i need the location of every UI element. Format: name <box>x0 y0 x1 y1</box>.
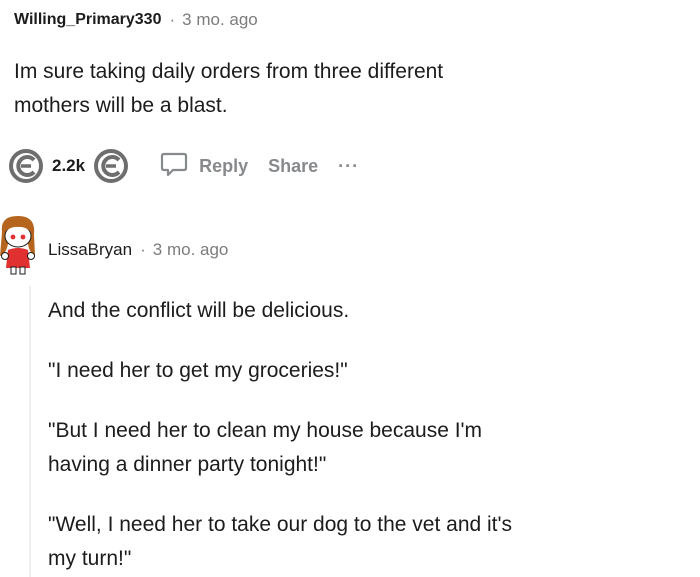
comment: Willing_Primary330 · 3 mo. ago Im sure t… <box>14 8 694 123</box>
reply-paragraph-line: having a dinner party tonight!" <box>48 453 327 476</box>
meta-separator: · <box>140 240 146 259</box>
comment-body-line: Im sure taking daily orders from three d… <box>14 60 444 83</box>
downvote-icon[interactable] <box>93 148 129 184</box>
reply-label: Reply <box>199 155 249 176</box>
comment-timestamp[interactable]: 3 mo. ago <box>182 8 258 32</box>
comment-username[interactable]: Willing_Primary330 <box>14 8 161 32</box>
more-options-button[interactable]: ··· <box>338 156 359 177</box>
reply-paragraph: "Well, I need her to take our dog to the… <box>48 508 688 576</box>
speech-bubble-icon <box>159 149 189 184</box>
reply-meta: LissaBryan · 3 mo. ago <box>48 238 688 262</box>
reply-paragraph: "I need her to get my groceries!" <box>48 359 348 382</box>
share-button[interactable]: Share <box>268 156 318 177</box>
comment-action-bar: 2.2k Reply Share ··· <box>8 146 359 186</box>
reply-comment: LissaBryan · 3 mo. ago And the conflict … <box>48 238 688 576</box>
snoo-avatar[interactable] <box>0 212 40 278</box>
reply-paragraph: And the conflict will be delicious. <box>48 299 350 322</box>
reply-username[interactable]: LissaBryan <box>48 238 132 262</box>
reply-button[interactable]: Reply <box>159 149 248 184</box>
comment-meta: Willing_Primary330 · 3 mo. ago <box>14 8 694 32</box>
upvote-icon[interactable] <box>8 148 44 184</box>
reply-paragraph-line: my turn!" <box>48 547 132 570</box>
reply-paragraph-line: "Well, I need her to take our dog to the… <box>48 513 513 536</box>
meta-separator: · <box>169 10 176 29</box>
thread-line[interactable] <box>29 286 31 577</box>
comment-body-line: mothers will be a blast. <box>14 94 228 117</box>
reply-paragraph-line: "But I need her to clean my house becaus… <box>48 419 483 442</box>
reply-timestamp[interactable]: 3 mo. ago <box>153 238 229 262</box>
comment-body: Im sure taking daily orders from three d… <box>14 55 694 123</box>
reply-paragraph: "But I need her to clean my house becaus… <box>48 414 688 482</box>
vote-score: 2.2k <box>52 156 86 175</box>
